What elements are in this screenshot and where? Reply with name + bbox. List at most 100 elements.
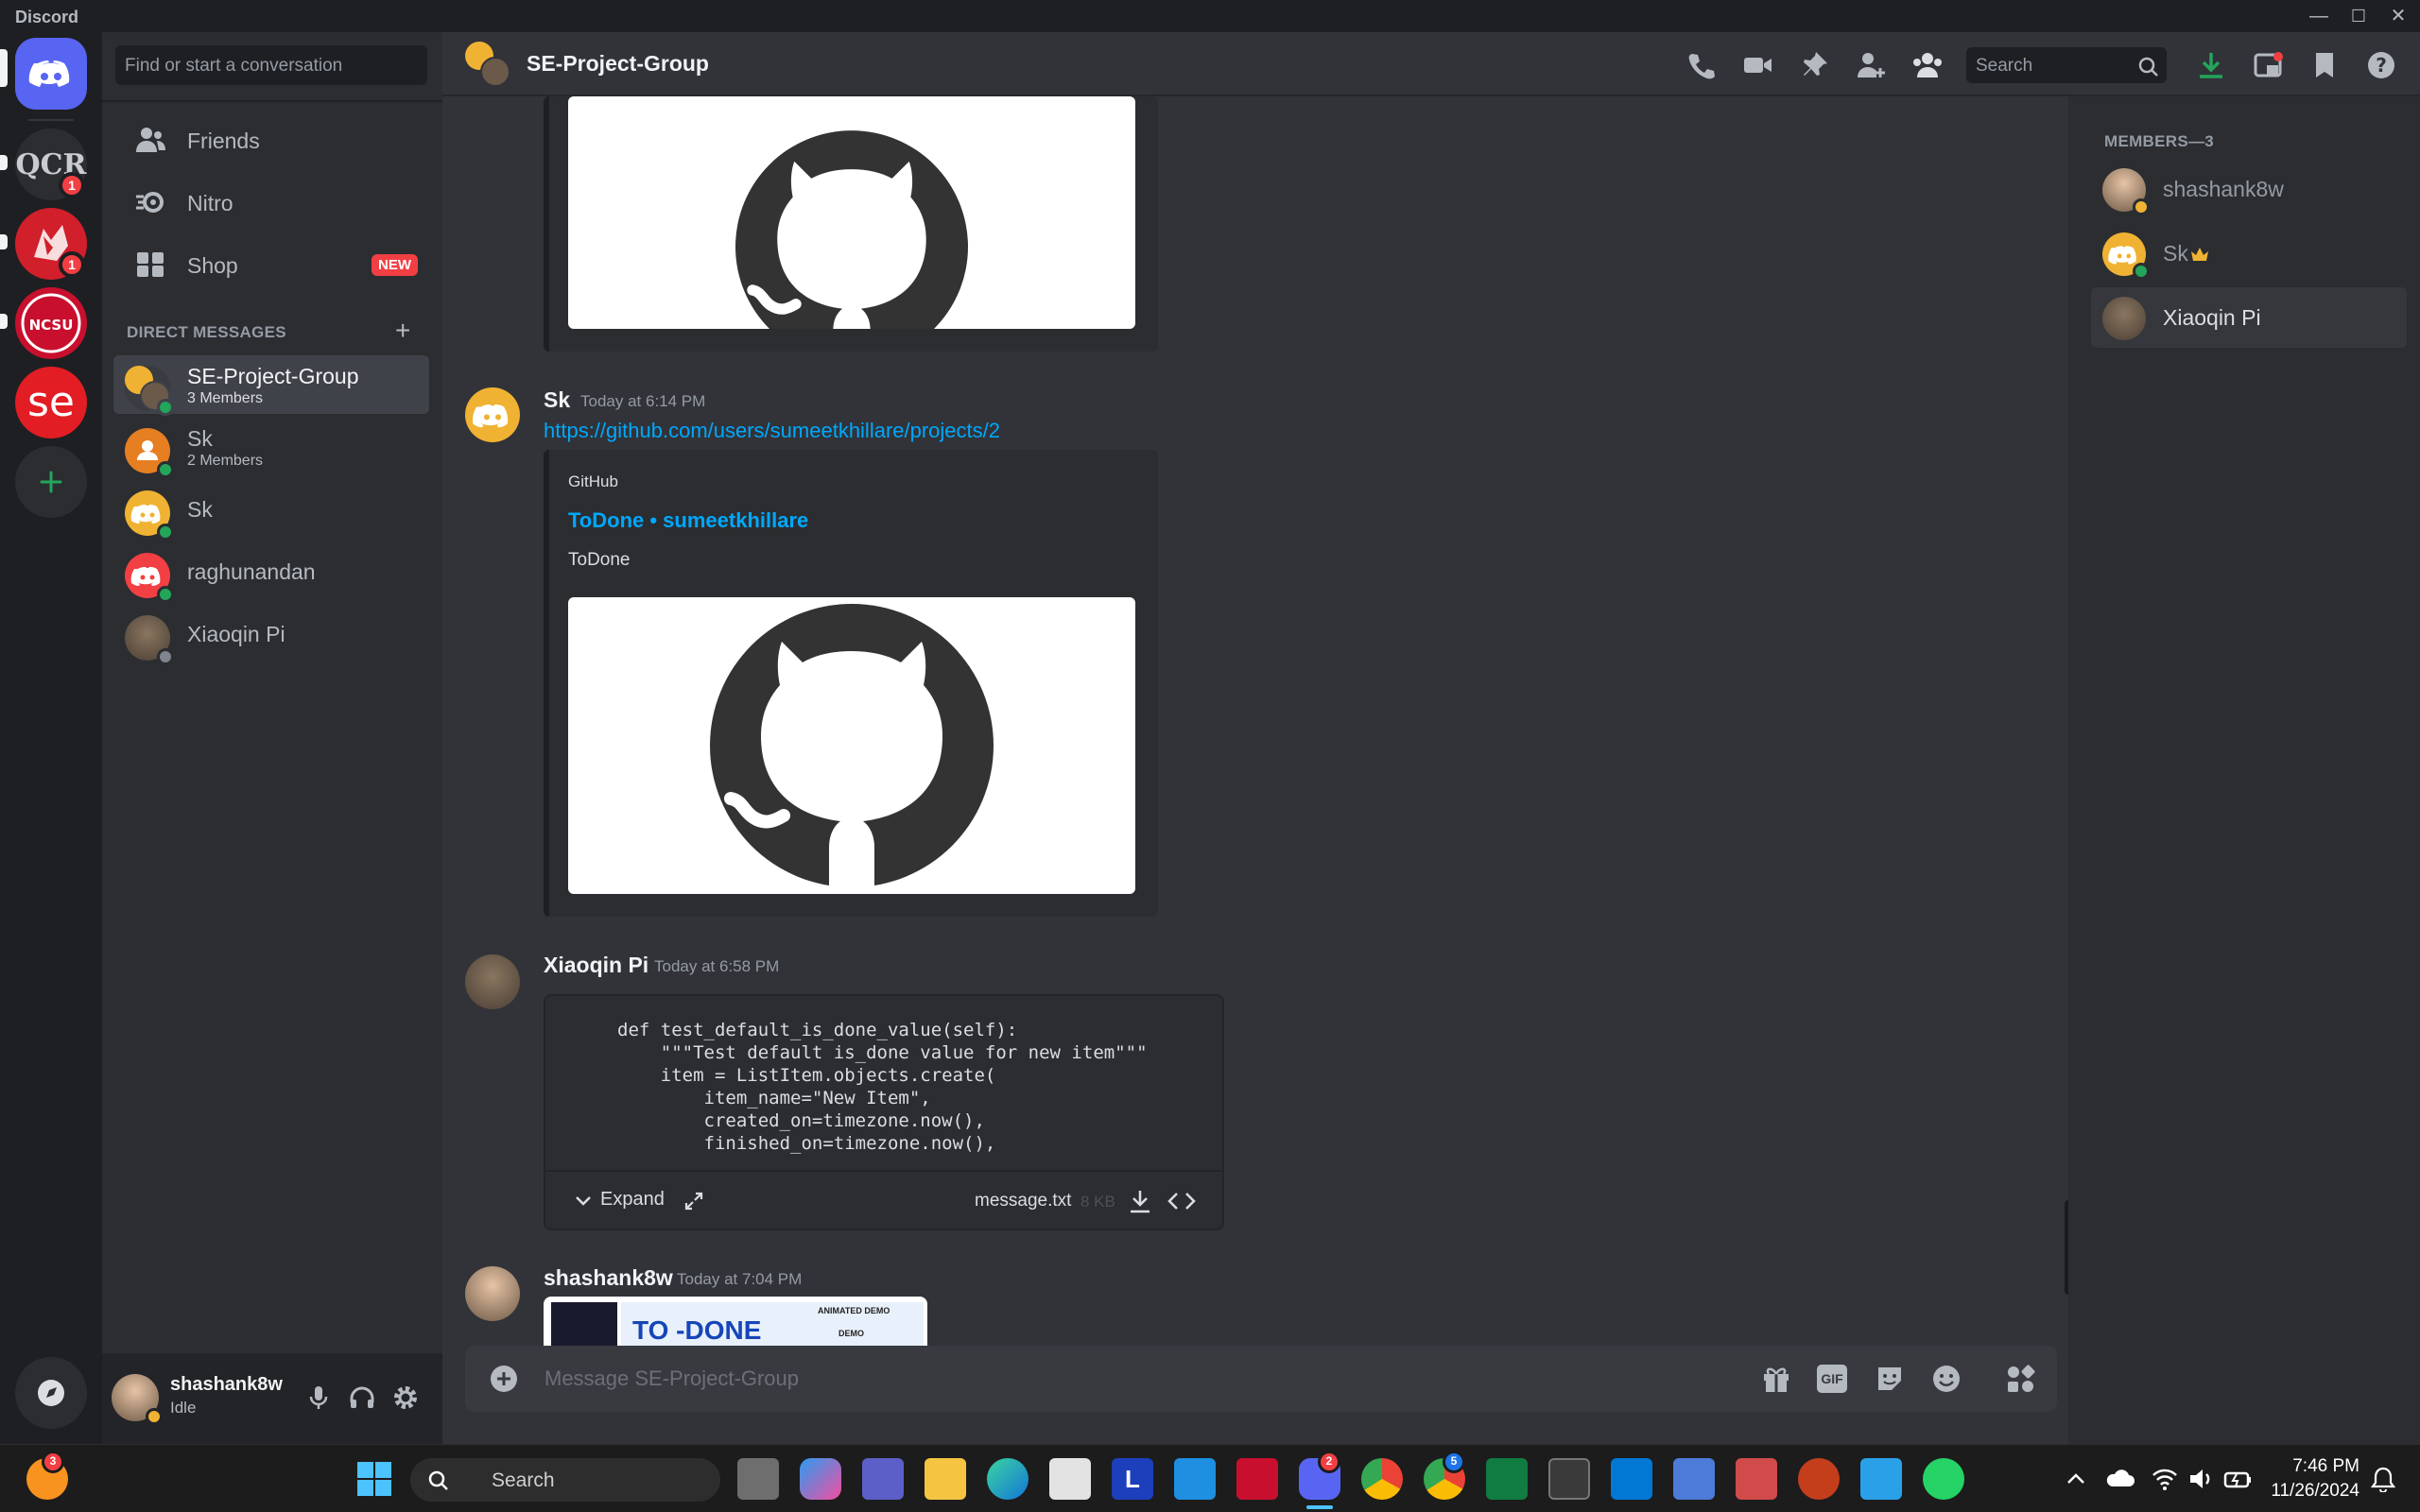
add-server-button[interactable]	[15, 446, 87, 518]
apps-icon[interactable]	[2004, 1363, 2036, 1395]
voice-call-icon[interactable]	[1685, 49, 1717, 81]
terminal-icon[interactable]	[1548, 1458, 1590, 1500]
dm-header: DIRECT MESSAGES	[127, 323, 286, 341]
gif-button[interactable]: GIF	[1817, 1365, 1847, 1393]
home-button[interactable]	[15, 38, 87, 110]
pin-icon[interactable]	[1798, 49, 1830, 81]
dm-item-xiaoqin-pi[interactable]: Xiaoqin Pi	[113, 605, 429, 665]
svg-text:se: se	[27, 378, 75, 426]
embed-image[interactable]	[568, 96, 1135, 329]
microphone-icon[interactable]	[302, 1382, 335, 1414]
whatsapp-icon[interactable]	[1923, 1458, 1964, 1500]
maximize-button[interactable]: ☐	[2346, 4, 2371, 28]
gear-icon[interactable]	[389, 1382, 422, 1414]
nav-friends[interactable]: Friends	[113, 113, 429, 166]
dm-item-se-project-group[interactable]: SE-Project-Group 3 Members	[113, 355, 429, 416]
preview-title: TO -DONE	[632, 1315, 762, 1345]
onedrive-icon[interactable]	[2106, 1466, 2135, 1492]
embed-description: ToDone	[568, 550, 631, 570]
file-explorer-icon[interactable]	[925, 1458, 966, 1500]
dm-item-sk[interactable]: Sk	[113, 480, 429, 541]
rail-divider	[28, 119, 74, 121]
dm-subtitle: 3 Members	[187, 390, 264, 406]
inbox-icon[interactable]	[2252, 49, 2284, 81]
embed-title[interactable]: ToDone • sumeetkhillare	[568, 508, 808, 533]
member-shashank8w[interactable]: shashank8w	[2091, 159, 2407, 219]
edge-icon[interactable]	[987, 1458, 1028, 1500]
member-list-icon[interactable]	[1911, 49, 1944, 81]
nav-nitro[interactable]: Nitro	[113, 176, 429, 229]
powerpoint-icon[interactable]	[1798, 1458, 1840, 1500]
notification-bell-icon[interactable]	[2371, 1466, 2395, 1492]
nav-shop[interactable]: Shop NEW	[113, 238, 429, 291]
add-friends-icon[interactable]	[1855, 49, 1887, 81]
dm-name: SE-Project-Group	[187, 364, 359, 388]
chrome-icon[interactable]	[1361, 1458, 1403, 1500]
online-status-icon	[2133, 263, 2150, 280]
taskbar: 3 Search L 2 5 7:46 PM 11/26/2024	[0, 1444, 2420, 1512]
member-xiaoqin-pi[interactable]: Xiaoqin Pi	[2091, 287, 2407, 348]
server-se[interactable]: se	[15, 367, 87, 438]
emoji-icon[interactable]	[1930, 1363, 1962, 1395]
svg-text:NCSU: NCSU	[29, 317, 74, 334]
idle-status-icon	[146, 1408, 163, 1425]
search-input[interactable]: Search	[1966, 47, 2167, 83]
chat-header: SE-Project-Group Search ?	[442, 32, 2420, 96]
create-dm-button[interactable]: +	[395, 316, 410, 346]
taskbar-search[interactable]: Search	[410, 1458, 720, 1502]
close-button[interactable]: ✕	[2386, 4, 2411, 28]
embed-image[interactable]	[568, 597, 1135, 894]
dm-name: Sk	[187, 497, 213, 522]
chevron-up-icon[interactable]	[2065, 1468, 2087, 1490]
dm-item-sk-group[interactable]: Sk 2 Members	[113, 418, 429, 478]
gift-icon[interactable]	[1760, 1363, 1792, 1395]
find-conversation-button[interactable]: Find or start a conversation	[115, 45, 427, 85]
message-input[interactable]	[544, 1363, 1490, 1395]
message-author[interactable]: Xiaoqin Pi	[544, 953, 648, 978]
vscode-icon[interactable]	[1611, 1458, 1652, 1500]
sticker-icon[interactable]	[1874, 1363, 1906, 1395]
message-link[interactable]: https://github.com/users/sumeetkhillare/…	[544, 419, 1000, 443]
store-icon[interactable]	[1049, 1458, 1091, 1500]
unread-indicator	[0, 234, 8, 249]
headphones-icon[interactable]	[346, 1382, 378, 1414]
server-red[interactable]: 1	[15, 208, 87, 280]
server-qcr[interactable]: QCR 1	[15, 129, 87, 200]
affinity-icon[interactable]	[1174, 1458, 1216, 1500]
bookmark-icon[interactable]	[2308, 49, 2341, 81]
add-attachment-icon[interactable]	[488, 1363, 520, 1395]
video-call-icon[interactable]	[1741, 49, 1773, 81]
minimize-button[interactable]: —	[2307, 4, 2331, 28]
server-ncsu[interactable]: NCSU	[15, 287, 87, 359]
avatar[interactable]	[465, 954, 520, 1009]
fullscreen-icon[interactable]	[683, 1191, 704, 1211]
dm-item-raghunandan[interactable]: raghunandan	[113, 542, 429, 603]
clock[interactable]: 7:46 PM 11/26/2024	[2271, 1454, 2360, 1503]
launcher-l-icon[interactable]: L	[1112, 1458, 1153, 1500]
message-author[interactable]: shashank8w	[544, 1265, 673, 1291]
help-icon[interactable]: ?	[2365, 49, 2397, 81]
volume-icon[interactable]	[2187, 1466, 2214, 1492]
expand-button[interactable]: Expand	[574, 1189, 665, 1211]
photos-icon[interactable]	[1860, 1458, 1902, 1500]
clock-time: 7:46 PM	[2292, 1456, 2360, 1476]
copilot-icon[interactable]	[800, 1458, 841, 1500]
teams-icon[interactable]	[862, 1458, 904, 1500]
download-icon[interactable]	[1126, 1187, 1154, 1215]
mcafee-icon[interactable]	[1236, 1458, 1278, 1500]
wifi-icon[interactable]	[2152, 1466, 2178, 1492]
message-author[interactable]: Sk	[544, 387, 570, 413]
task-view-icon[interactable]	[737, 1458, 779, 1500]
windows-start-icon[interactable]	[354, 1458, 395, 1500]
discover-button[interactable]	[15, 1357, 87, 1429]
battery-icon[interactable]	[2223, 1466, 2252, 1492]
image-attachment[interactable]: TO -DONE ANIMATED DEMO DEMO	[544, 1297, 927, 1348]
avatar[interactable]	[465, 1266, 520, 1321]
excel-icon[interactable]	[1486, 1458, 1528, 1500]
snipping-tool-icon[interactable]	[1736, 1458, 1777, 1500]
view-code-icon[interactable]	[1166, 1187, 1198, 1215]
member-sk[interactable]: Sk	[2091, 223, 2407, 284]
avatar[interactable]	[465, 387, 520, 442]
notepad-icon[interactable]	[1673, 1458, 1715, 1500]
download-icon[interactable]	[2195, 49, 2227, 81]
